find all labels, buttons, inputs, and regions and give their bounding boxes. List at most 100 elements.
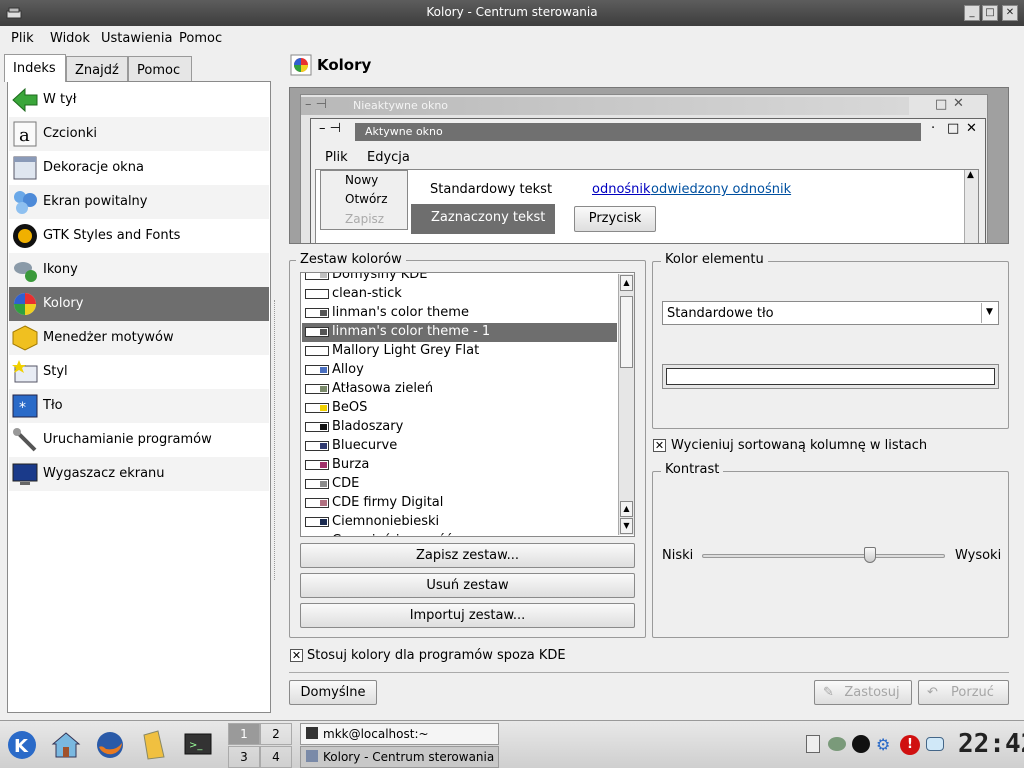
scheme-item[interactable]: Domyślny KDE: [302, 272, 617, 285]
contrast-high-label: Wysoki: [955, 548, 1002, 563]
desktop-1[interactable]: 1: [228, 723, 260, 745]
scheme-item[interactable]: Burza: [302, 456, 617, 475]
nav-item-colors[interactable]: Kolory: [9, 287, 269, 321]
kde-menu-icon[interactable]: K: [6, 729, 38, 761]
save-scheme-button[interactable]: Zapisz zestaw...: [300, 543, 635, 568]
desktop-3[interactable]: 3: [228, 746, 260, 768]
slider-thumb[interactable]: [864, 547, 876, 563]
scheme-item[interactable]: Ciemnoniebieski: [302, 513, 617, 532]
desktop-4[interactable]: 4: [260, 746, 292, 768]
nav-item-window-decorations[interactable]: Dekoracje okna: [9, 151, 269, 185]
nav-item-launch[interactable]: Uruchamianie programów: [9, 423, 269, 457]
task-terminal[interactable]: mkk@localhost:~: [300, 723, 499, 745]
scheme-item[interactable]: Bluecurve: [302, 437, 617, 456]
contrast-slider[interactable]: [702, 547, 945, 565]
nav-item-icons[interactable]: Ikony: [9, 253, 269, 287]
menu-ustawienia[interactable]: Ustawienia: [101, 31, 172, 46]
scheme-name: linman's color theme - 1: [332, 324, 491, 339]
nav-item-theme-manager[interactable]: Menedżer motywów: [9, 321, 269, 355]
bomb-icon[interactable]: [852, 735, 870, 753]
reset-button[interactable]: ↶ Porzuć: [918, 680, 1009, 705]
scheme-item[interactable]: CDE: [302, 475, 617, 494]
chat-icon[interactable]: [926, 737, 944, 751]
svg-text:K: K: [14, 736, 29, 757]
scroll-up-arrow-icon[interactable]: ▲: [620, 275, 633, 291]
apply-non-kde-checkbox[interactable]: ✕: [290, 649, 303, 662]
element-select[interactable]: Standardowe tło ▼: [662, 301, 999, 325]
scroll-down-arrow-icon[interactable]: ▲: [620, 501, 633, 517]
scheme-item[interactable]: Mallory Light Grey Flat: [302, 342, 617, 361]
splitter-handle[interactable]: [274, 300, 278, 580]
chevron-down-icon[interactable]: ▼: [981, 303, 997, 323]
scheme-item[interactable]: linman's color theme - 1: [302, 323, 617, 342]
desktop-2[interactable]: 2: [260, 723, 292, 745]
color-preview[interactable]: – ⊣ Nieaktywne okno □ ✕ Aktywne okno – ⊣…: [289, 87, 1009, 244]
scroll-thumb[interactable]: [620, 296, 633, 368]
scheme-name: CDE: [332, 476, 360, 491]
apply-label: Zastosuj: [844, 685, 900, 700]
remove-scheme-button[interactable]: Usuń zestaw: [300, 573, 635, 598]
title-bar: Kolory - Centrum sterowania _ □ ✕: [0, 0, 1024, 26]
settings-icon[interactable]: ⚙: [876, 735, 890, 754]
scheme-item[interactable]: linman's color theme: [302, 304, 617, 323]
svg-text:*: *: [19, 400, 26, 416]
menu-pomoc[interactable]: Pomoc: [179, 31, 222, 46]
nav-item-screensaver[interactable]: Wygaszacz ekranu: [9, 457, 269, 491]
nav-item-background[interactable]: * Tło: [9, 389, 269, 423]
popup-item-open: Otwórz: [345, 192, 388, 206]
scheme-item[interactable]: BeOS: [302, 399, 617, 418]
import-scheme-button[interactable]: Importuj zestaw...: [300, 603, 635, 628]
scheme-item[interactable]: Bladoszary: [302, 418, 617, 437]
minimize-button[interactable]: _: [964, 5, 980, 21]
apply-button[interactable]: ✎ Zastosuj: [814, 680, 912, 705]
scheme-scrollbar[interactable]: ▲ ▲ ▼: [618, 274, 634, 535]
tab-znajdz[interactable]: Znajdź: [66, 56, 128, 82]
tab-indeks[interactable]: Indeks: [4, 54, 66, 82]
scheme-list[interactable]: Domyślny KDE clean-stick linman's color th…: [300, 272, 635, 537]
menu-plik[interactable]: Plik: [11, 31, 34, 46]
contrast-low-label: Niski: [662, 548, 694, 563]
firefox-icon[interactable]: [94, 729, 126, 761]
clipboard-icon[interactable]: [806, 735, 820, 753]
preview-menu-edycja: Edycja: [367, 150, 410, 165]
scheme-swatch: [305, 441, 329, 451]
preview-menu-plik: Plik: [325, 150, 348, 165]
tab-pomoc[interactable]: Pomoc: [128, 56, 192, 82]
office-icon[interactable]: [138, 729, 170, 761]
nav-item-fonts[interactable]: a Czcionki: [9, 117, 269, 151]
nav-item-back[interactable]: W tył: [9, 83, 269, 117]
home-icon[interactable]: [50, 729, 82, 761]
alert-icon[interactable]: !: [900, 735, 920, 755]
scheme-name: Domyślny KDE: [332, 272, 428, 282]
shade-sorted-column-checkbox[interactable]: ✕: [653, 439, 666, 452]
maximize-button[interactable]: □: [982, 5, 998, 21]
scheme-item[interactable]: Alloy: [302, 361, 617, 380]
menu-widok[interactable]: Widok: [50, 31, 90, 46]
preview-selected-text: Zaznaczony tekst: [411, 204, 555, 234]
close-button[interactable]: ✕: [1002, 5, 1018, 21]
nav-item-gtk[interactable]: GTK Styles and Fonts: [9, 219, 269, 253]
nav-item-splash[interactable]: Ekran powitalny: [9, 185, 269, 219]
color-swatch-button[interactable]: [662, 364, 999, 389]
color-scheme-title: Zestaw kolorów: [296, 252, 406, 267]
scheme-swatch: [305, 289, 329, 299]
element-color-title: Kolor elementu: [661, 252, 768, 267]
scheme-item[interactable]: Atłasowa zieleń: [302, 380, 617, 399]
task-control-center[interactable]: Kolory - Centrum sterowania: [300, 746, 499, 768]
scheme-swatch-accent: [320, 386, 327, 392]
preview-popup-menu: Nowy Otwórz Zapisz: [320, 170, 408, 230]
system-tray: ⚙ !: [804, 733, 950, 757]
active-close-icon: ✕: [966, 121, 977, 136]
network-icon[interactable]: [828, 737, 846, 751]
defaults-button[interactable]: Domyślne: [289, 680, 377, 705]
scheme-item[interactable]: Czerwień i szarość: [302, 532, 617, 536]
terminal-icon[interactable]: >_: [182, 729, 214, 761]
nav-item-style[interactable]: Styl: [9, 355, 269, 389]
scheme-item[interactable]: clean-stick: [302, 285, 617, 304]
nav-label: Tło: [43, 398, 63, 413]
scroll-down-arrow-icon-2[interactable]: ▼: [620, 518, 633, 534]
scheme-item[interactable]: CDE firmy Digital: [302, 494, 617, 513]
colors-icon: [11, 290, 39, 318]
scheme-name: Burza: [332, 457, 370, 472]
clock[interactable]: 22:42: [958, 729, 1024, 759]
